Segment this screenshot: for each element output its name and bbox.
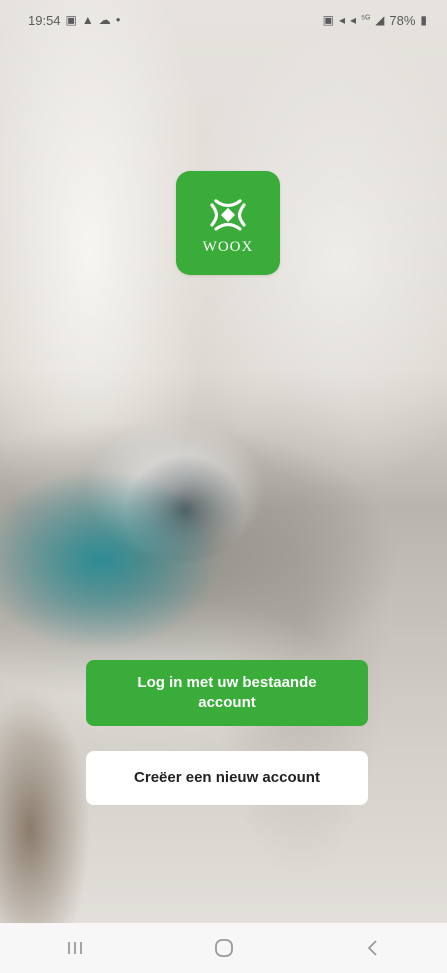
- recent-apps-icon: [67, 942, 82, 954]
- logo-text: WOOX: [202, 238, 254, 255]
- woox-logo: WOOX: [176, 171, 280, 275]
- status-bar: 19:54 ▣ ▲ ☁ ● ▣ ◂ ◂ ⁵ᴳ ◢ 78% ▮: [0, 0, 447, 40]
- app-screen: 19:54 ▣ ▲ ☁ ● ▣ ◂ ◂ ⁵ᴳ ◢ 78% ▮ WOOX Log …: [0, 0, 447, 973]
- status-bar-left: 19:54 ▣ ▲ ☁ ●: [28, 13, 121, 28]
- recent-apps-button[interactable]: [45, 928, 105, 968]
- dot-icon: ●: [115, 15, 121, 24]
- woox-logo-mark-icon: [210, 198, 246, 231]
- sound-icon: ◂: [349, 13, 357, 27]
- login-button-label: Log in met uw bestaande account: [137, 674, 317, 711]
- warning-icon: ▲: [81, 13, 94, 27]
- signal-icon: ◢: [375, 13, 385, 27]
- calendar-icon: ▣: [65, 13, 77, 27]
- back-button[interactable]: [343, 928, 403, 968]
- volte-icon: ⁵ᴳ: [361, 14, 371, 25]
- cloud-icon: ☁: [98, 13, 111, 27]
- back-icon: [367, 940, 377, 956]
- nfc-icon: ▣: [322, 13, 334, 27]
- battery-icon: ▮: [420, 13, 427, 27]
- home-button[interactable]: [194, 928, 254, 968]
- create-account-button[interactable]: Creëer een nieuw account: [86, 751, 368, 805]
- navigation-bar: [0, 923, 447, 973]
- battery-percent: 78%: [389, 12, 416, 28]
- mute-icon: ◂: [338, 13, 345, 27]
- home-icon: [214, 939, 233, 957]
- create-account-button-label: Creëer een nieuw account: [134, 769, 320, 786]
- status-bar-right: ▣ ◂ ◂ ⁵ᴳ ◢ 78% ▮: [323, 13, 427, 28]
- login-button[interactable]: Log in met uw bestaande account: [86, 660, 368, 726]
- status-time: 19:54: [28, 12, 61, 28]
